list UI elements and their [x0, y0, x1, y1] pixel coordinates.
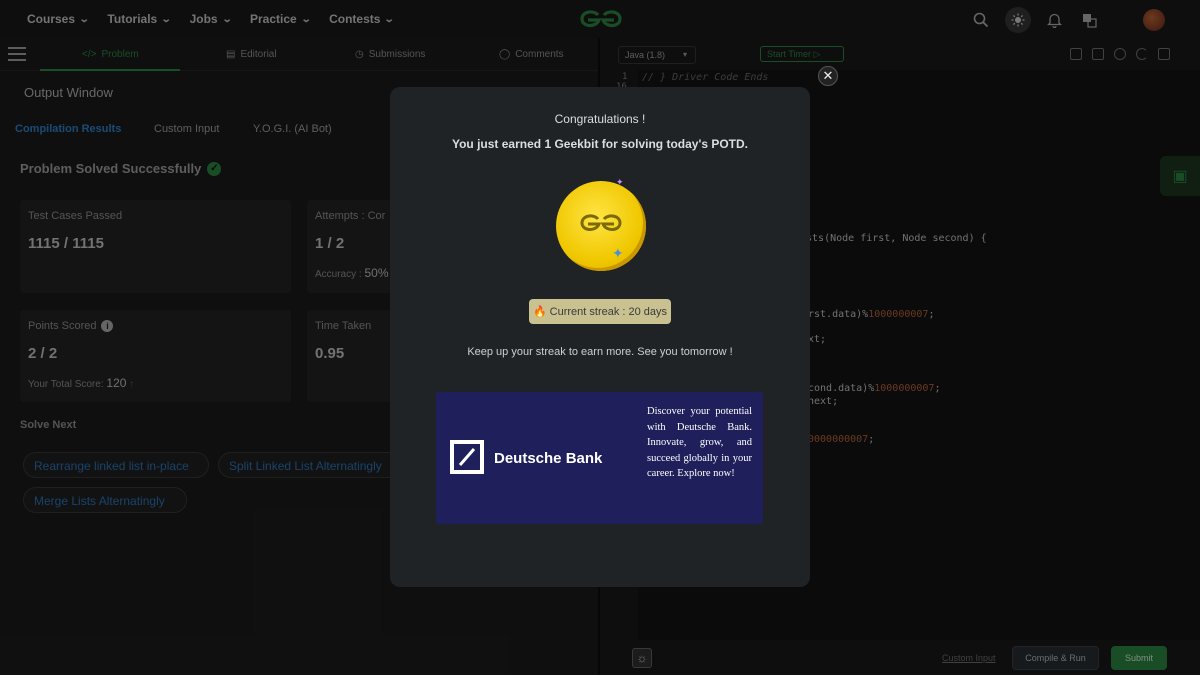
sparkle-icon: ✦: [616, 177, 624, 187]
gfg-coin-logo: [580, 214, 622, 231]
sparkle-icon: ✦: [612, 245, 624, 261]
fire-icon: 🔥: [532, 306, 547, 318]
geekbit-coin-icon: ✦ ✦: [556, 177, 646, 271]
streak-text: Current streak : 20 days: [549, 305, 668, 318]
modal-title: Congratulations !: [554, 112, 646, 126]
close-icon[interactable]: ✕: [818, 66, 838, 86]
ad-text: Discover your potential with Deutsche Ba…: [647, 406, 752, 480]
modal-earned-text: You just earned 1 Geekbit for solving to…: [451, 137, 749, 151]
congratulations-modal: Congratulations ! You just earned 1 Geek…: [390, 87, 810, 587]
deutsche-bank-logo: [450, 440, 484, 474]
deutsche-bank-ad[interactable]: Deutsche Bank Discover your potential wi…: [436, 392, 763, 524]
ad-brand-name: Deutsche Bank: [494, 450, 603, 467]
streak-badge: 🔥 Current streak : 20 days: [529, 299, 671, 324]
keep-up-text: Keep up your streak to earn more. See yo…: [467, 346, 733, 358]
